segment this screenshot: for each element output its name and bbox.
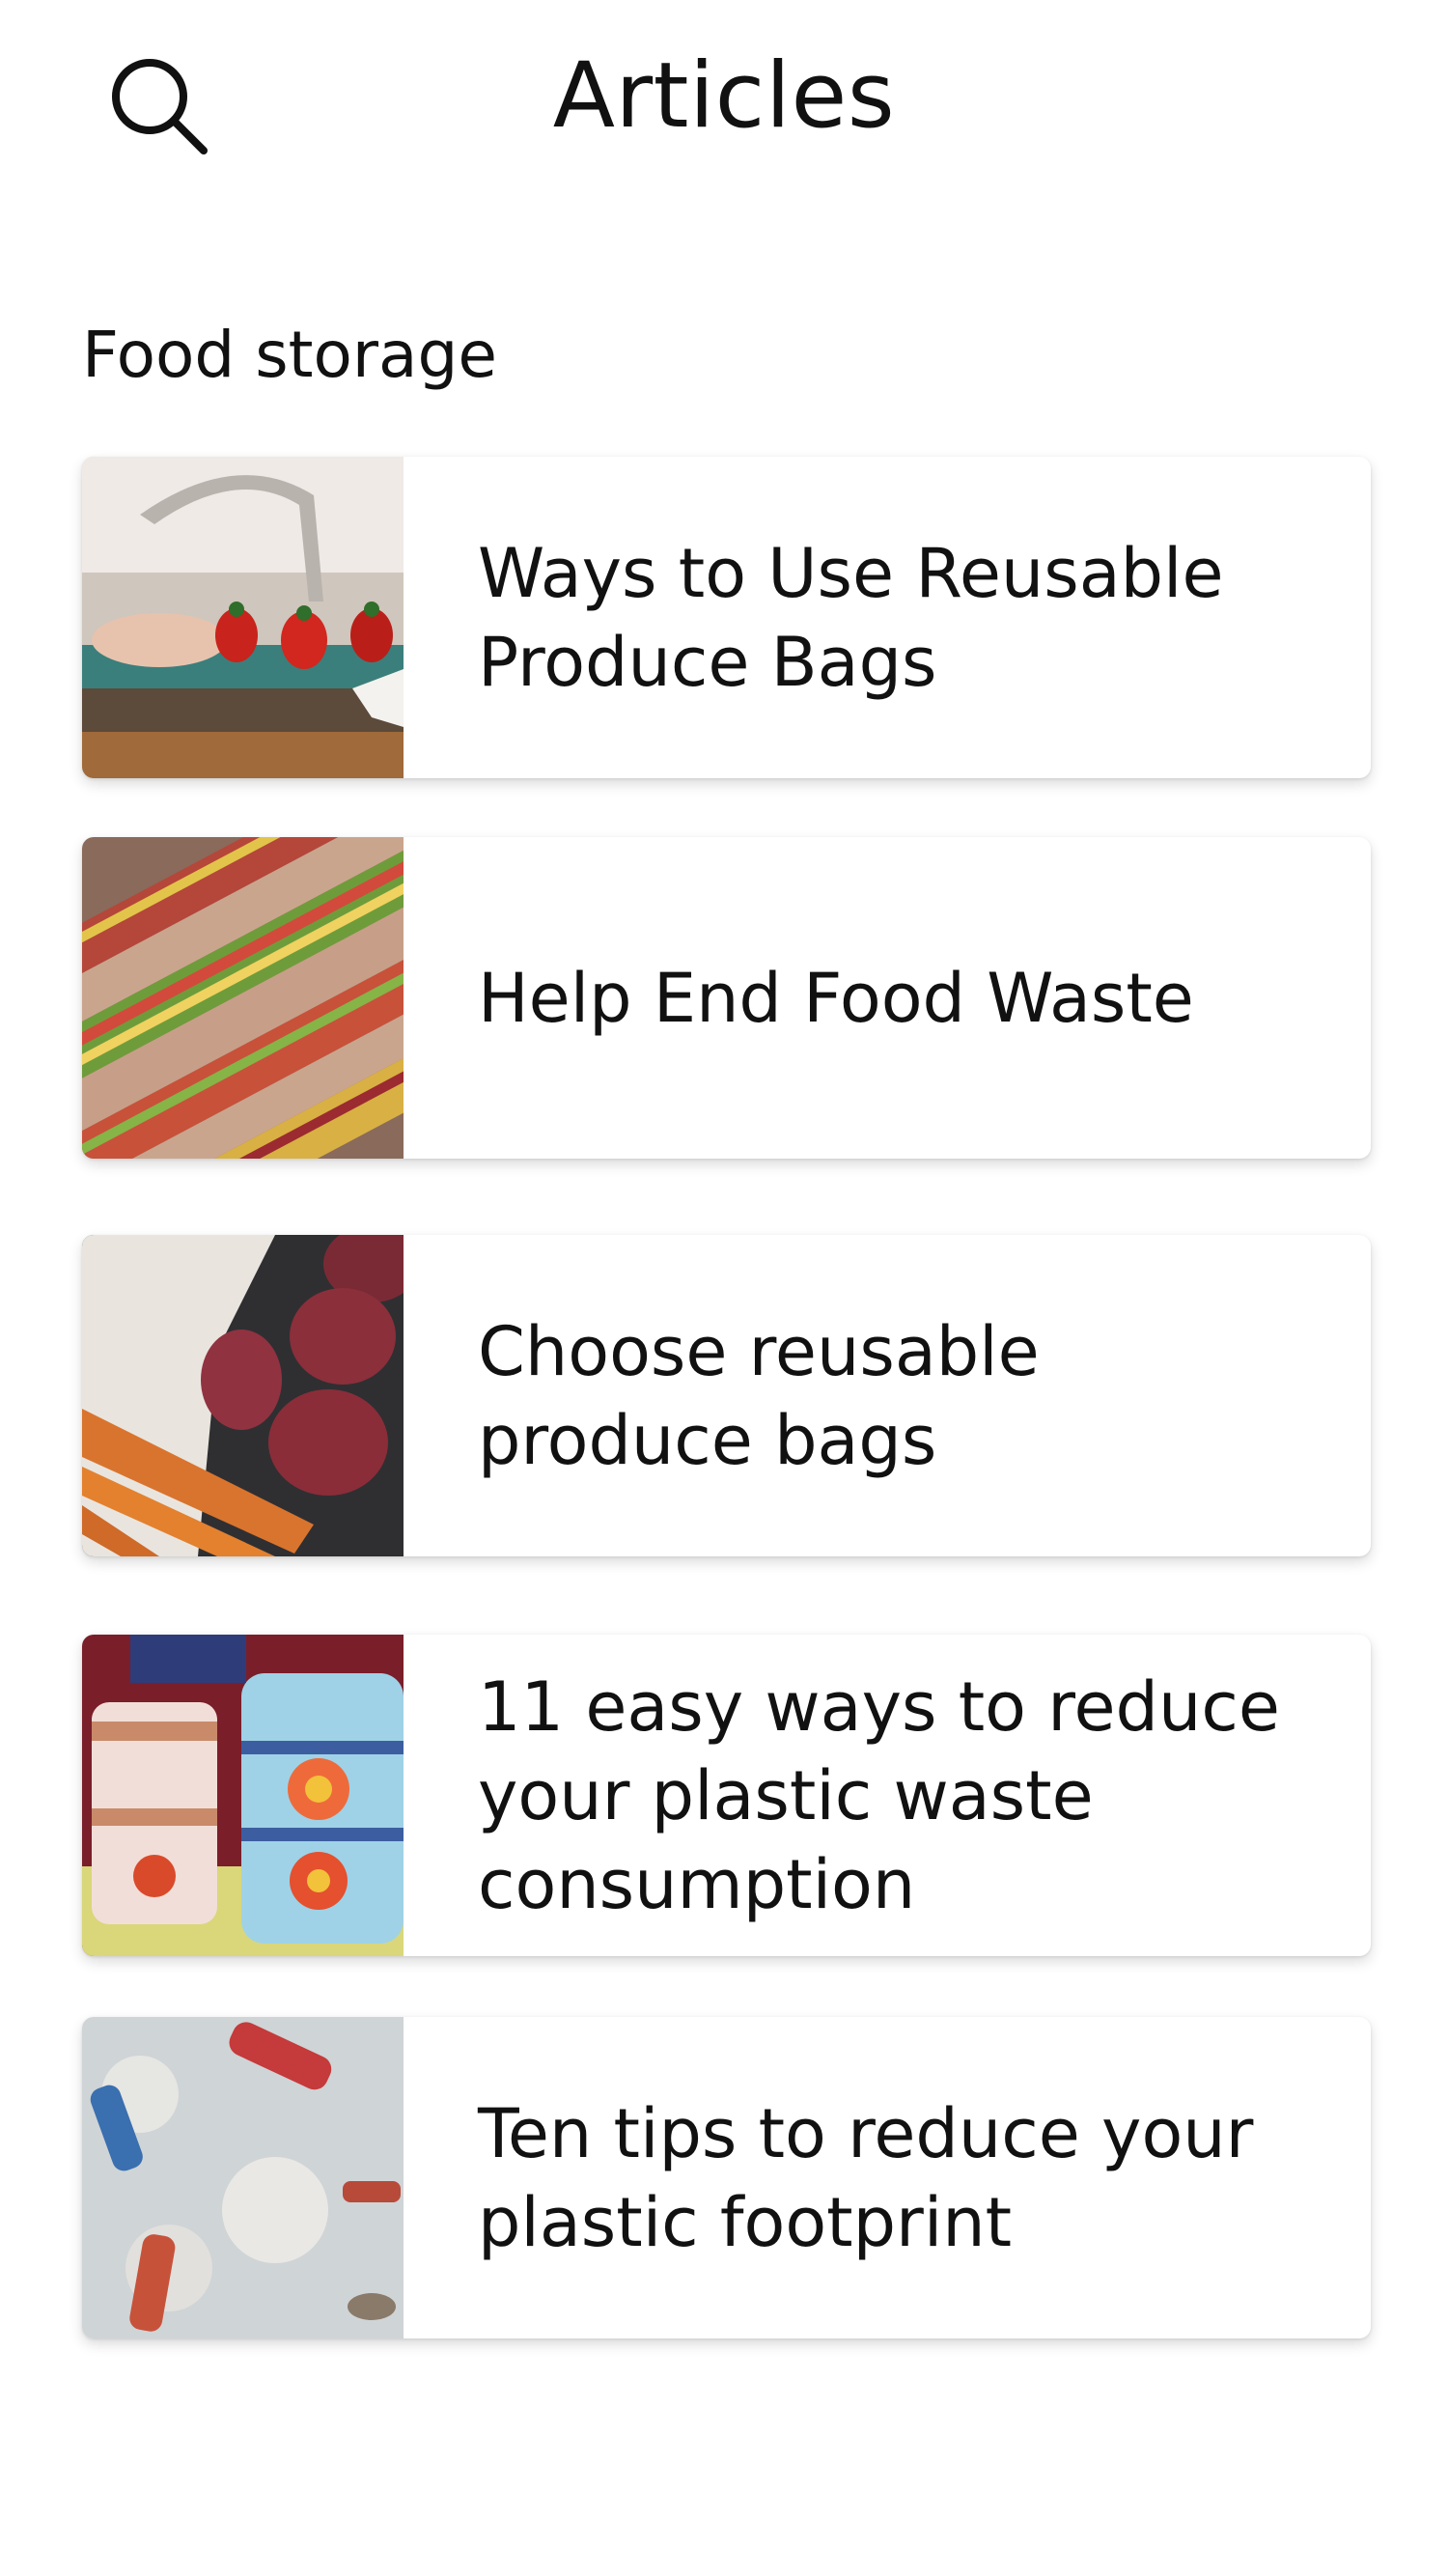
article-card[interactable]: 11 easy ways to reduce your plastic wast… [82, 1635, 1371, 1956]
article-card[interactable]: Help End Food Waste [82, 837, 1371, 1159]
strawberries-on-counter-image [82, 457, 404, 778]
article-card[interactable]: Ways to Use Reusable Produce Bags [82, 457, 1371, 778]
painted-tiffin-containers-image [82, 1635, 404, 1956]
section-label: Food storage [82, 318, 497, 392]
app-header: Articles [0, 0, 1448, 193]
page-title: Articles [552, 43, 896, 149]
article-title: Choose reusable produce bags [478, 1311, 1040, 1480]
article-card[interactable]: Choose reusable produce bags [82, 1235, 1371, 1556]
plastic-bottles-on-beach-image [82, 2017, 404, 2338]
article-title: 11 easy ways to reduce your plastic wast… [478, 1666, 1280, 1924]
market-produce-stalls-image [82, 837, 404, 1159]
article-title: Help End Food Waste [478, 958, 1194, 1038]
article-title: Ten tips to reduce your plastic footprin… [478, 2093, 1254, 2262]
article-card[interactable]: Ten tips to reduce your plastic footprin… [82, 2017, 1371, 2338]
potatoes-and-carrots-bag-image [82, 1235, 404, 1556]
article-title: Ways to Use Reusable Produce Bags [478, 533, 1224, 702]
